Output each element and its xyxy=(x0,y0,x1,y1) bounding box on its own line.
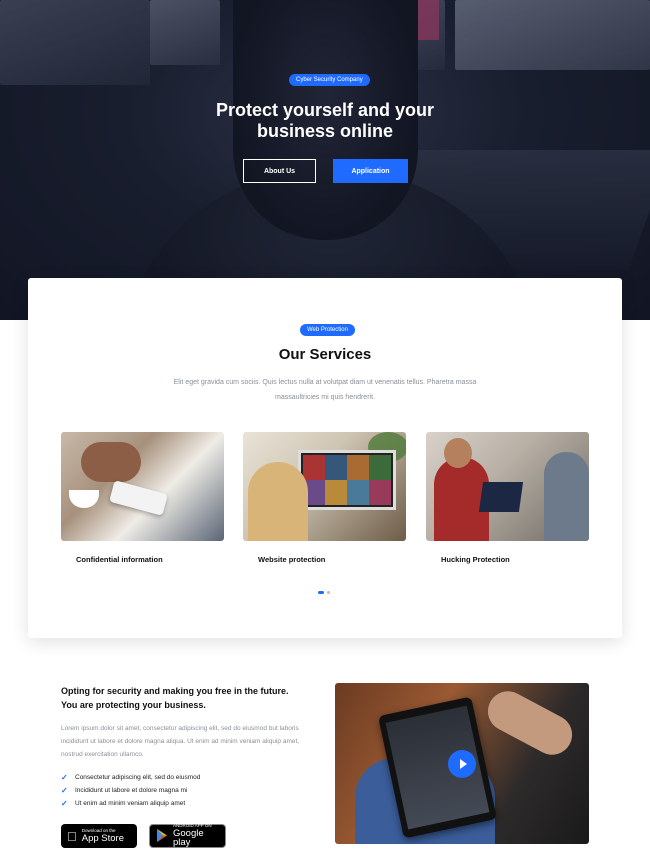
feature-title: Opting for security and making you free … xyxy=(61,686,289,710)
play-icon[interactable] xyxy=(448,750,476,778)
feature-description: Lorem ipsum dolor sit amet, consectetur … xyxy=(61,725,300,758)
check-icon: ✓ xyxy=(61,773,68,782)
services-card: Web Protection Our Services Elit eget gr… xyxy=(28,278,622,638)
checklist-item: ✓ Ut enim ad minim veniam aliquip amet xyxy=(61,799,186,808)
carousel-dots xyxy=(318,591,330,594)
app-store-button[interactable]:  Download on the App Store xyxy=(61,824,137,848)
feature-video[interactable] xyxy=(335,683,589,844)
google-play-icon xyxy=(156,828,168,844)
services-description: Elit eget gravida cum sociis. Quis lectu… xyxy=(173,379,477,401)
service-title: Confidential information xyxy=(76,555,163,564)
service-image-office xyxy=(426,432,589,541)
service-title: Website protection xyxy=(258,555,326,564)
application-button[interactable]: Application xyxy=(333,159,408,183)
checklist-item: ✓ Consectetur adipiscing elit, sed do eiu… xyxy=(61,773,201,782)
service-item-hacking[interactable]: Hucking Protection xyxy=(426,432,589,564)
about-us-button[interactable]: About Us xyxy=(243,159,316,183)
service-image-computer xyxy=(243,432,406,541)
hero-badge: Cyber Security Company xyxy=(289,74,370,86)
service-item-confidential[interactable]: Confidential information xyxy=(61,432,224,564)
carousel-dot-active[interactable] xyxy=(318,591,324,594)
carousel-dot[interactable] xyxy=(327,591,330,594)
service-image-payment xyxy=(61,432,224,541)
hero-overlay xyxy=(0,0,650,320)
hero-section: Cyber Security Company Protect yourself … xyxy=(0,0,650,320)
check-icon: ✓ xyxy=(61,786,68,795)
checklist-item: ✓ Incididunt ut labore et dolore magna mi xyxy=(61,786,188,795)
service-title: Hucking Protection xyxy=(441,555,510,564)
google-play-button[interactable]: ANDROID APP ON Google play xyxy=(149,824,226,848)
app-store-label: App Store xyxy=(72,832,124,844)
google-play-label: Google play xyxy=(173,827,204,849)
services-badge: Web Protection xyxy=(300,324,355,336)
services-title: Our Services xyxy=(278,346,372,363)
apple-icon:  xyxy=(67,830,77,843)
hero-title: Protect yourself and your business onlin… xyxy=(215,100,435,141)
check-icon: ✓ xyxy=(61,799,68,808)
video-scene xyxy=(480,684,580,762)
service-item-website[interactable]: Website protection xyxy=(243,432,406,564)
feature-checklist: ✓ Consectetur adipiscing elit, sed do eiu… xyxy=(61,771,200,810)
